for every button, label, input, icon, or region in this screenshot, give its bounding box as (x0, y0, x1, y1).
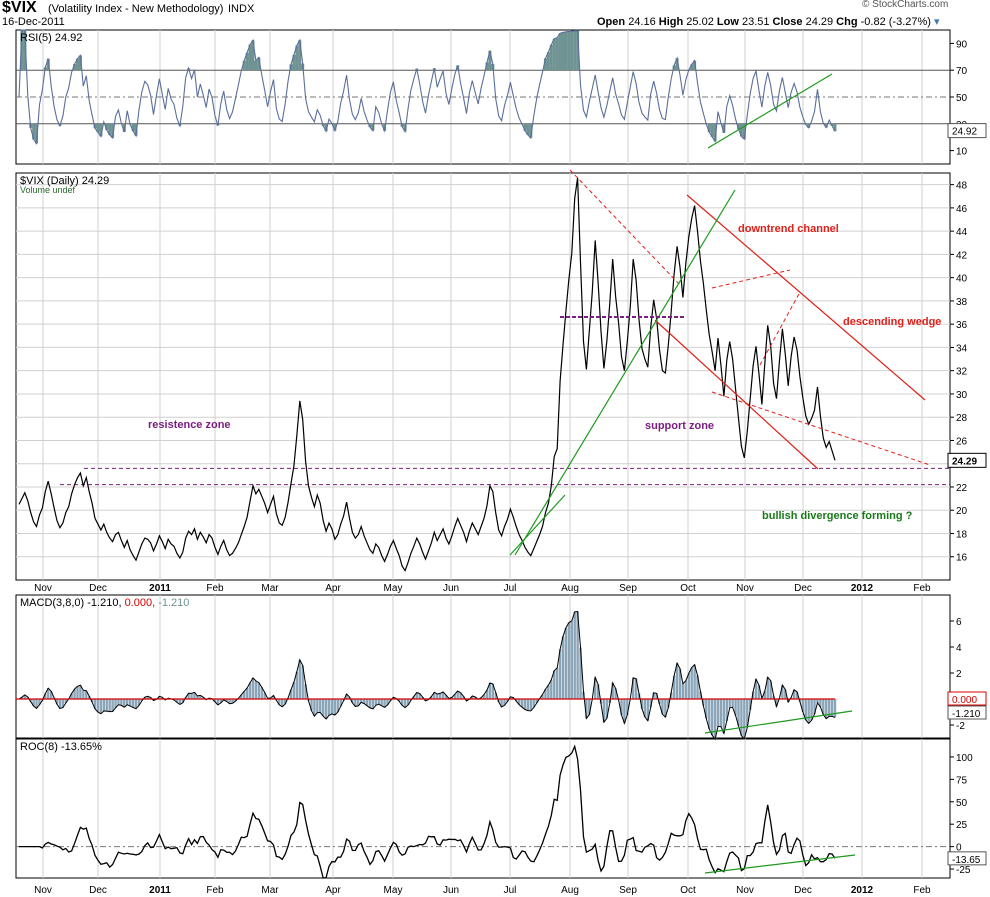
annotation-resistence-zone: resistence zone (148, 419, 231, 431)
roc-current-value: -13.65 (952, 855, 981, 866)
x-tick-label: May (384, 885, 403, 896)
annotation-descending-wedge: descending wedge (843, 316, 941, 328)
x-tick-label: Dec (794, 583, 812, 594)
uptrend-green-line (509, 494, 566, 556)
x-tick-label: Nov (736, 885, 754, 896)
x-tick-label: Aug (561, 885, 579, 896)
wedge-dashed-line (711, 269, 791, 289)
x-tick-label: Dec (89, 885, 107, 896)
macd-panel-title: MACD(3,8,0) -1.210, 0.000, -1.210 (20, 597, 189, 609)
annotation-downtrend-channel: downtrend channel (738, 223, 839, 235)
chart-root: $VIX (Volatility Index - New Methodology… (0, 0, 990, 897)
x-tick-label: Dec (794, 885, 812, 896)
macd-ytick-label: 6 (956, 617, 962, 628)
roc-ytick-label: 75 (956, 775, 968, 786)
x-tick-label: Mar (261, 583, 279, 594)
x-tick-label: Dec (89, 583, 107, 594)
x-tick-label: Jun (443, 885, 459, 896)
price-ytick-label: 38 (956, 297, 968, 308)
x-tick-label: Nov (34, 885, 52, 896)
price-ytick-label: 16 (956, 553, 968, 564)
roc-ytick-label: -25 (956, 865, 971, 876)
price-panel-subtitle: Volume undef (20, 185, 76, 195)
chart-svg: Nov Dec 2011 Feb Mar Apr May Jun Jul Aug Sep Oct Nov… (15, 29, 987, 896)
macd-zero-value: 0.000 (952, 695, 977, 706)
macd-ytick-label: 4 (956, 643, 962, 654)
price-series-line (18, 177, 836, 573)
x-tick-label: Apr (325, 885, 341, 896)
price-ytick-label: 36 (956, 320, 968, 331)
x-tick-label: Apr (325, 583, 341, 594)
panel-frame-macd (15, 594, 951, 739)
annotation-support-zone: support zone (645, 420, 714, 432)
x-tick-label: Mar (261, 885, 279, 896)
x-tick-label: Jul (504, 583, 517, 594)
x-tick-label: 2011 (149, 885, 171, 896)
roc-ytick-label: 100 (956, 753, 973, 764)
rsi-ytick-label: 90 (956, 39, 968, 50)
x-tick-label: Nov (736, 583, 754, 594)
macd-current-value: -1.210 (952, 709, 981, 720)
price-ytick-label: 30 (956, 390, 968, 401)
x-tick-label: Oct (680, 583, 696, 594)
x-tick-label: 2012 (851, 885, 874, 896)
price-ytick-label: 32 (956, 367, 968, 378)
panel-frame-roc (15, 738, 951, 879)
roc-series-line (19, 744, 836, 879)
price-ytick-label: 28 (956, 413, 968, 424)
x-tick-label: Feb (206, 583, 224, 594)
x-tick-label: Jul (504, 885, 517, 896)
roc-panel-title: ROC(8) -13.65% (20, 741, 102, 753)
x-tick-label: Feb (913, 583, 931, 594)
rsi-current-value: 24.92 (952, 127, 977, 138)
annotation-bullish-divergence: bullish divergence forming ? (762, 510, 913, 522)
price-ytick-label: 46 (956, 204, 968, 215)
x-tick-label: 2011 (149, 583, 171, 594)
wedge-dashed-line (569, 169, 681, 286)
price-ytick-label: 40 (956, 274, 968, 285)
macd-ytick-label: -2 (956, 721, 965, 732)
price-ytick-label: 18 (956, 529, 968, 540)
x-tick-label: Oct (680, 885, 696, 896)
price-ytick-label: 42 (956, 250, 968, 261)
x-tick-label: Nov (34, 583, 52, 594)
macd-ytick-label: 2 (956, 669, 962, 680)
x-tick-label: Aug (561, 583, 579, 594)
x-tick-label: Sep (619, 583, 637, 594)
x-tick-label: May (384, 583, 403, 594)
x-tick-label: Feb (206, 885, 224, 896)
price-current-value: 24.29 (952, 456, 977, 467)
rsi-ytick-label: 50 (956, 93, 968, 104)
price-ytick-label: 44 (956, 227, 968, 238)
price-ytick-label: 34 (956, 343, 968, 354)
x-tick-label: Jun (443, 583, 459, 594)
price-ytick-label: 20 (956, 506, 968, 517)
rsi-ytick-label: 70 (956, 66, 968, 77)
x-tick-label: 2012 (851, 583, 874, 594)
price-ytick-label: 26 (956, 436, 968, 447)
roc-ytick-label: 50 (956, 798, 968, 809)
price-ytick-label: 48 (956, 181, 968, 192)
rsi-panel-title: RSI(5) 24.92 (20, 32, 82, 44)
x-tick-label: Feb (913, 885, 931, 896)
price-ytick-label: 22 (956, 483, 968, 494)
roc-ytick-label: 25 (956, 820, 968, 831)
rsi-ytick-label: 10 (956, 147, 968, 158)
uptrend-green-line (514, 189, 736, 556)
x-tick-label: Sep (619, 885, 637, 896)
